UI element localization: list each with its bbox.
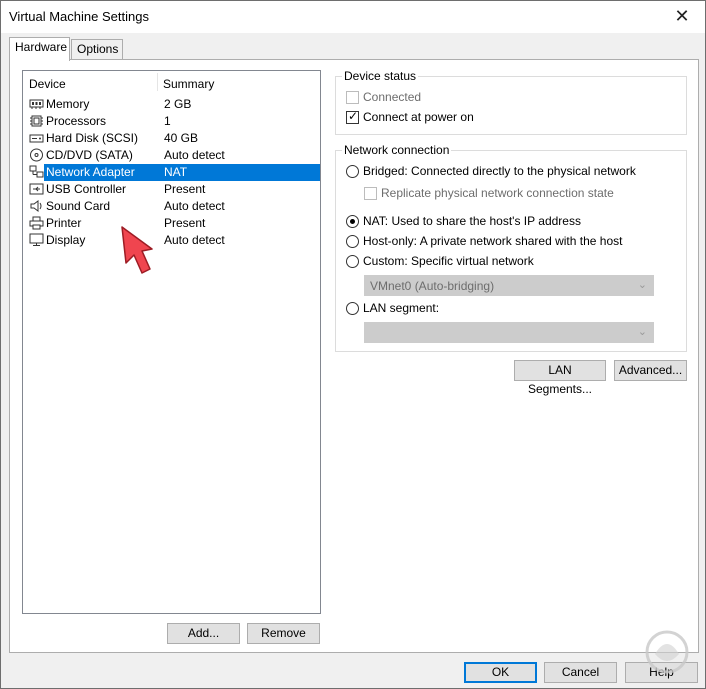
column-header-device[interactable]: Device — [29, 77, 66, 91]
tab-options[interactable]: Options — [71, 39, 123, 60]
device-summary: Auto detect — [164, 148, 225, 162]
radio-circle — [346, 214, 359, 228]
usb-icon — [29, 183, 44, 195]
close-icon[interactable]: ✕ — [659, 1, 705, 32]
lan-segment-radio[interactable]: LAN segment: — [346, 301, 439, 315]
display-icon — [29, 233, 44, 246]
device-status-title: Device status — [342, 69, 419, 83]
network-adapter-icon — [29, 165, 44, 178]
cd-dvd-icon — [30, 148, 43, 162]
checkmark-icon: ✓ — [348, 108, 359, 123]
bridged-radio[interactable]: Bridged: Connected directly to the physi… — [346, 164, 636, 178]
replicate-state-checkbox[interactable]: Replicate physical network connection st… — [364, 186, 614, 200]
column-divider — [157, 73, 158, 91]
watermark-logo — [645, 630, 689, 674]
device-summary: 40 GB — [164, 131, 199, 145]
hard-disk-icon — [29, 134, 44, 143]
device-row-usb-controller[interactable]: USB Controller Present — [24, 181, 321, 198]
device-row-printer[interactable]: Printer Present — [24, 215, 321, 232]
radio-circle — [346, 164, 359, 178]
ok-button[interactable]: OK — [464, 662, 537, 683]
device-row-processors[interactable]: Processors 1 — [24, 113, 321, 130]
host-only-label: Host-only: A private network shared with… — [363, 234, 623, 248]
device-name: Printer — [46, 216, 82, 230]
printer-icon — [29, 216, 44, 230]
connect-at-power-on-label: Connect at power on — [363, 110, 474, 124]
radio-circle — [346, 254, 359, 268]
remove-device-button[interactable]: Remove — [247, 623, 320, 644]
network-connection-title: Network connection — [342, 143, 452, 157]
device-name: Memory — [46, 97, 90, 111]
connected-label: Connected — [363, 90, 422, 104]
lan-segment-label: LAN segment: — [363, 301, 440, 315]
memory-icon — [29, 99, 44, 109]
chevron-down-icon: ⌄ — [637, 326, 647, 338]
device-summary: Present — [164, 216, 206, 230]
device-name: USB Controller — [46, 182, 127, 196]
processor-icon — [30, 115, 43, 127]
device-name: Sound Card — [46, 199, 111, 213]
radio-dot — [350, 218, 355, 224]
nat-radio[interactable]: NAT: Used to share the host's IP address — [346, 214, 581, 228]
device-name: Processors — [46, 114, 107, 128]
chevron-down-icon: ⌄ — [637, 279, 647, 291]
device-summary: NAT — [154, 164, 320, 181]
add-device-button[interactable]: Add... — [167, 623, 240, 644]
title-bar: Virtual Machine Settings ✕ — [1, 1, 705, 33]
device-row-memory[interactable]: Memory 2 GB — [24, 96, 321, 113]
device-summary: Present — [164, 182, 206, 196]
connect-at-power-on-checkbox[interactable]: ✓ Connect at power on — [346, 108, 474, 124]
device-name: CD/DVD (SATA) — [46, 148, 133, 162]
tab-hardware[interactable]: Hardware — [9, 37, 70, 61]
column-header-summary[interactable]: Summary — [163, 77, 214, 91]
device-row-cd-dvd[interactable]: CD/DVD (SATA) Auto detect — [24, 147, 321, 164]
checkbox-box: ✓ — [346, 108, 359, 124]
connected-checkbox[interactable]: Connected — [346, 90, 421, 104]
speaker-icon — [30, 200, 42, 212]
radio-circle — [346, 234, 359, 248]
device-summary: Auto detect — [164, 199, 225, 213]
custom-network-value: VMnet0 (Auto-bridging) — [370, 279, 495, 293]
device-row-display[interactable]: Display Auto detect — [24, 232, 321, 249]
custom-radio[interactable]: Custom: Specific virtual network — [346, 254, 534, 268]
device-name: Network Adapter — [44, 164, 154, 181]
checkbox-box — [346, 90, 359, 104]
checkbox-box — [364, 186, 377, 200]
device-row-network-adapter[interactable]: Network Adapter NAT — [24, 164, 321, 181]
advanced-button[interactable]: Advanced... — [614, 360, 687, 381]
nat-label: NAT: Used to share the host's IP address — [363, 214, 581, 228]
device-summary: 1 — [164, 114, 171, 128]
device-list-header: Device Summary — [23, 71, 320, 93]
device-name: Display — [46, 233, 86, 247]
window-title: Virtual Machine Settings — [9, 9, 149, 24]
network-connection-group: Network connection Bridged: Connected di… — [335, 143, 687, 352]
host-only-radio[interactable]: Host-only: A private network shared with… — [346, 234, 622, 248]
device-name: Hard Disk (SCSI) — [46, 131, 139, 145]
replicate-label: Replicate physical network connection st… — [381, 186, 614, 200]
hardware-panel: Device Summary Memory 2 GB Processors 1 … — [9, 59, 699, 653]
pointer-arrow-icon — [121, 226, 153, 274]
lan-segment-select[interactable]: ⌄ — [364, 322, 654, 343]
settings-window: Virtual Machine Settings ✕ Hardware Opti… — [0, 0, 706, 689]
custom-network-select[interactable]: VMnet0 (Auto-bridging) ⌄ — [364, 275, 654, 296]
device-status-group: Device status Connected ✓ Connect at pow… — [335, 69, 687, 135]
cancel-button[interactable]: Cancel — [544, 662, 617, 683]
device-summary: Auto detect — [164, 233, 225, 247]
device-row-hard-disk[interactable]: Hard Disk (SCSI) 40 GB — [24, 130, 321, 147]
device-summary: 2 GB — [164, 97, 192, 111]
custom-label: Custom: Specific virtual network — [363, 254, 534, 268]
lan-segments-button[interactable]: LAN Segments... — [514, 360, 606, 396]
device-row-sound-card[interactable]: Sound Card Auto detect — [24, 198, 321, 215]
radio-circle — [346, 301, 359, 315]
device-list[interactable]: Device Summary Memory 2 GB Processors 1 … — [22, 70, 321, 614]
bridged-label: Bridged: Connected directly to the physi… — [363, 164, 636, 178]
